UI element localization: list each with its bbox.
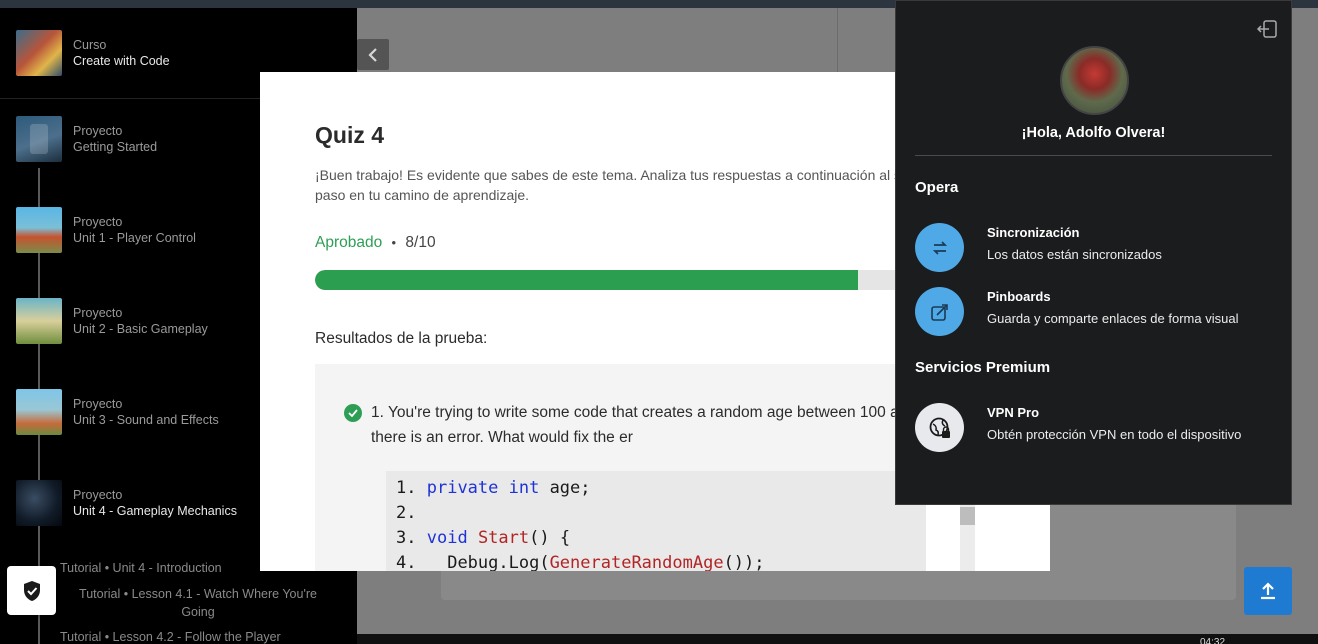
privacy-shield-button[interactable]	[7, 566, 56, 615]
vpn-title[interactable]: VPN Pro	[987, 405, 1039, 420]
project-thumbnail	[16, 480, 62, 526]
project-kind: Proyecto	[73, 124, 123, 138]
sidebar-item-unit-3[interactable]: Proyecto Unit 3 - Sound and Effects	[16, 387, 219, 437]
sync-description: Los datos están sincronizados	[987, 247, 1162, 262]
sync-title[interactable]: Sincronización	[987, 225, 1079, 240]
course-thumbnail	[16, 30, 62, 76]
section-premium: Servicios Premium	[915, 359, 1051, 376]
sidebar-item-unit-1[interactable]: Proyecto Unit 1 - Player Control	[16, 205, 196, 255]
quiz-description: ¡Buen trabajo! Es evidente que sabes de …	[315, 167, 951, 203]
scroll-to-top-button[interactable]	[1244, 567, 1292, 615]
project-title: Getting Started	[73, 140, 158, 154]
project-kind: Proyecto	[73, 215, 123, 229]
course-title: Create with Code	[73, 54, 170, 68]
arrow-up-icon	[1261, 582, 1275, 600]
greeting: ¡Hola, Adolfo Olvera!	[1021, 125, 1166, 141]
check-circle-icon	[344, 404, 362, 422]
sidebar-item-unit-2[interactable]: Proyecto Unit 2 - Basic Gameplay	[16, 296, 208, 346]
project-thumbnail	[16, 207, 62, 253]
quiz-score: Aprobado • 8/10	[315, 234, 436, 252]
project-thumbnail	[16, 116, 62, 162]
sync-icon[interactable]	[915, 223, 964, 272]
quiz-score-value: 8/10	[405, 234, 436, 251]
taskbar-clock: 04:32	[1200, 637, 1226, 644]
score-progress-bar	[315, 270, 955, 290]
modal-strip	[926, 496, 960, 571]
course-header[interactable]: Curso Create with Code	[16, 28, 170, 78]
code-block: 1. private int age; 2. 3. void Start() {…	[386, 471, 946, 571]
avatar	[1060, 46, 1129, 115]
pinboards-title[interactable]: Pinboards	[987, 289, 1051, 304]
taskbar	[357, 634, 1318, 644]
project-thumbnail	[16, 389, 62, 435]
vpn-description: Obtén protección VPN en todo el disposit…	[987, 427, 1242, 442]
question-number: 1.	[371, 404, 384, 421]
modal-strip	[975, 496, 1050, 571]
project-thumbnail	[16, 298, 62, 344]
quiz-title: Quiz 4	[315, 122, 385, 148]
modal-scrollbar-thumb[interactable]	[960, 507, 975, 525]
project-title: Unit 4 - Gameplay Mechanics	[73, 504, 237, 518]
sidebar-tutorial-lesson-4-2[interactable]: Tutorial • Lesson 4.2 - Follow the Playe…	[60, 628, 320, 644]
code-line: 2.	[396, 503, 417, 523]
score-progress-fill	[315, 270, 858, 290]
project-title: Unit 2 - Basic Gameplay	[73, 322, 208, 336]
code-line: 3. void Start() {	[396, 528, 571, 548]
code-line: 1. private int age;	[396, 478, 591, 498]
project-kind: Proyecto	[73, 488, 123, 502]
course-kind: Curso	[73, 38, 107, 52]
pinboards-description: Guarda y comparte enlaces de forma visua…	[987, 311, 1239, 326]
project-kind: Proyecto	[73, 397, 123, 411]
sidebar-item-unit-4[interactable]: Proyecto Unit 4 - Gameplay Mechanics	[16, 478, 237, 528]
sidebar-tutorial-lesson-4-1[interactable]: Tutorial • Lesson 4.1 - Watch Where You'…	[70, 585, 326, 621]
vpn-globe-icon[interactable]	[915, 403, 964, 452]
chevron-left-icon	[368, 47, 377, 62]
sidebar-tutorial-introduction[interactable]: Tutorial • Unit 4 - Introduction	[60, 559, 260, 577]
project-kind: Proyecto	[73, 306, 123, 320]
sidebar-item-getting-started[interactable]: Proyecto Getting Started	[16, 114, 157, 164]
back-button[interactable]	[357, 39, 389, 70]
results-heading: Resultados de la prueba:	[315, 330, 488, 347]
quiz-status: Aprobado	[315, 234, 383, 251]
opera-account-popup: ¡Hola, Adolfo Olvera! Opera Sincronizaci…	[895, 0, 1292, 505]
score-separator: •	[391, 235, 397, 250]
logout-icon[interactable]	[1256, 19, 1278, 39]
project-title: Unit 3 - Sound and Effects	[73, 413, 219, 427]
pinboard-icon[interactable]	[915, 287, 964, 336]
popup-divider	[915, 155, 1272, 156]
background-divider	[837, 8, 838, 72]
section-opera: Opera	[915, 179, 959, 196]
project-title: Unit 1 - Player Control	[73, 231, 196, 245]
shield-check-icon	[23, 580, 40, 601]
code-line: 4. Debug.Log(GenerateRandomAge());	[396, 553, 765, 571]
